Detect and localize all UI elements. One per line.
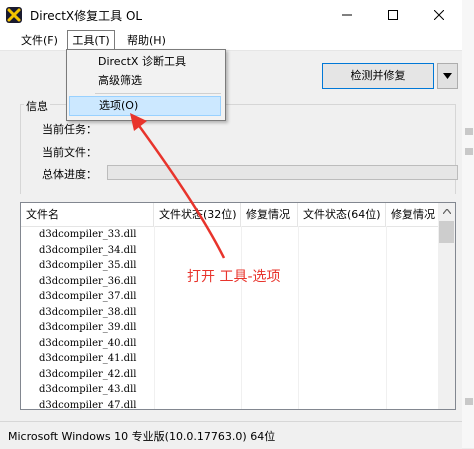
annotation-arrow-icon bbox=[130, 113, 226, 259]
